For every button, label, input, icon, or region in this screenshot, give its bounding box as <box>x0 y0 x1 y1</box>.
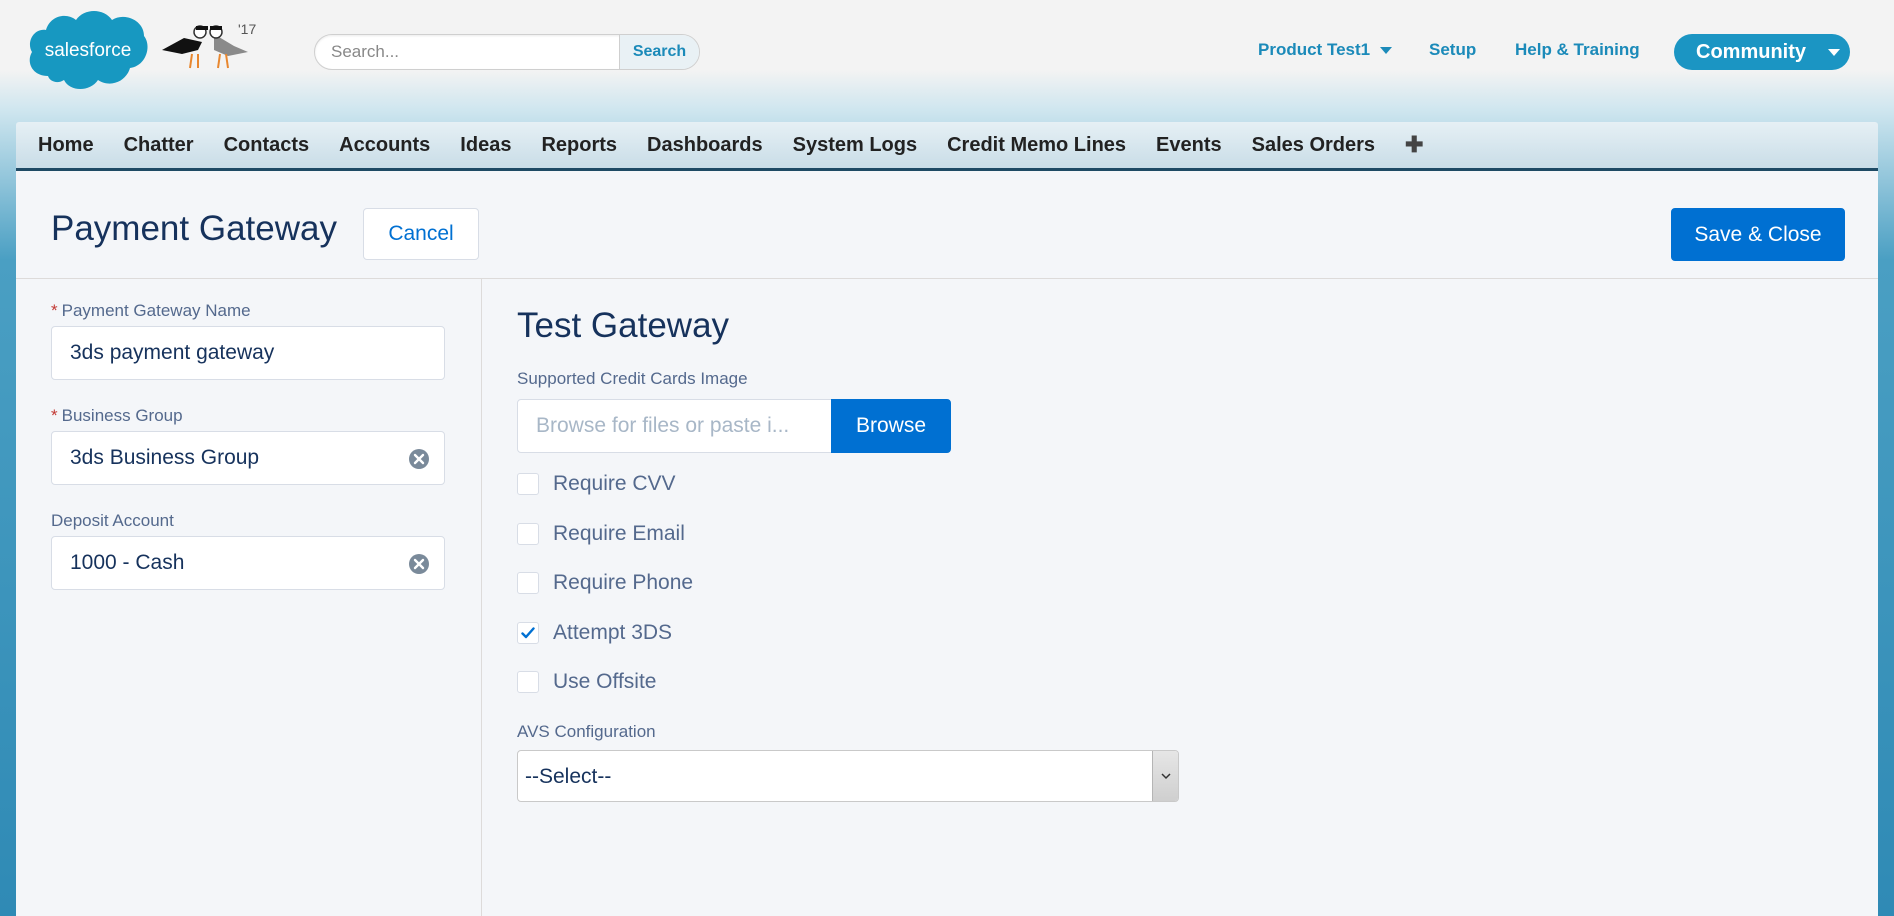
tab-credit-memo-lines[interactable]: Credit Memo Lines <box>932 134 1141 157</box>
checkbox-label: Require Phone <box>553 571 694 594</box>
checkbox-box[interactable] <box>517 473 539 495</box>
checkbox-box[interactable] <box>517 622 539 644</box>
salesforce-logo[interactable]: salesforce <box>26 6 150 92</box>
tab-reports[interactable]: Reports <box>526 134 632 157</box>
attempt-3ds-checkbox[interactable]: Attempt 3DS <box>517 620 672 646</box>
tab-chatter[interactable]: Chatter <box>109 134 209 157</box>
field-value: 3ds Business Group <box>70 446 260 469</box>
clear-icon[interactable] <box>408 553 430 575</box>
label-text: Payment Gateway Name <box>61 301 251 320</box>
tab-home[interactable]: Home <box>16 134 109 157</box>
browse-button[interactable]: Browse <box>831 399 951 453</box>
mascot-birds-icon: '17 <box>162 21 256 69</box>
clear-icon[interactable] <box>408 448 430 470</box>
deposit-account-label: Deposit Account <box>51 511 174 531</box>
search-button[interactable]: Search <box>619 35 699 69</box>
require-email-checkbox[interactable]: Require Email <box>517 521 685 547</box>
checkbox-box[interactable] <box>517 572 539 594</box>
field-value: 1000 - Cash <box>70 551 185 574</box>
community-label: Community <box>1696 40 1806 63</box>
payment-gateway-name-field[interactable]: 3ds payment gateway <box>51 326 445 380</box>
checkbox-label: Require Email <box>553 522 685 545</box>
app-menu[interactable]: Product Test1 <box>1258 40 1393 60</box>
label-text: Deposit Account <box>51 511 174 530</box>
tab-contacts[interactable]: Contacts <box>209 134 325 157</box>
label-text: Business Group <box>61 406 183 425</box>
credit-cards-image-input[interactable] <box>517 399 833 453</box>
tab-events[interactable]: Events <box>1141 134 1237 157</box>
select-value: --Select-- <box>525 765 612 788</box>
gateway-details-column: * Payment Gateway Name 3ds payment gatewa… <box>16 279 482 916</box>
mascot-badge: '17 <box>238 21 256 37</box>
tab-dashboards[interactable]: Dashboards <box>632 134 778 157</box>
global-search: Search <box>314 34 700 70</box>
gateway-section-title: Test Gateway <box>517 306 730 345</box>
tab-sales-orders[interactable]: Sales Orders <box>1237 134 1390 157</box>
required-indicator: * <box>51 406 58 425</box>
setup-link[interactable]: Setup <box>1429 40 1476 60</box>
page-header: Payment Gateway Cancel Save & Close <box>16 171 1878 279</box>
help-training-link[interactable]: Help & Training <box>1515 40 1640 60</box>
checkbox-box[interactable] <box>517 523 539 545</box>
tab-bar: Home Chatter Contacts Accounts Ideas Rep… <box>16 122 1878 171</box>
checkbox-label: Use Offsite <box>553 670 657 693</box>
community-button[interactable]: Community <box>1674 34 1850 70</box>
avs-configuration-select[interactable]: --Select-- <box>517 750 1179 802</box>
tab-accounts[interactable]: Accounts <box>324 134 445 157</box>
main-panel: Payment Gateway Cancel Save & Close * Pay… <box>16 171 1878 916</box>
gateway-settings-column: Test Gateway Supported Credit Cards Imag… <box>482 279 1878 916</box>
app-menu-label: Product Test1 <box>1258 40 1371 59</box>
tab-ideas[interactable]: Ideas <box>445 134 526 157</box>
save-close-button[interactable]: Save & Close <box>1671 208 1845 261</box>
page-title: Payment Gateway <box>51 209 337 248</box>
checkbox-box[interactable] <box>517 671 539 693</box>
cancel-button[interactable]: Cancel <box>363 208 479 260</box>
credit-cards-image-label: Supported Credit Cards Image <box>517 369 748 388</box>
required-indicator: * <box>51 301 58 320</box>
search-input[interactable] <box>315 35 615 69</box>
business-group-field[interactable]: 3ds Business Group <box>51 431 445 485</box>
checkmark-icon <box>521 627 535 639</box>
require-phone-checkbox[interactable]: Require Phone <box>517 570 693 596</box>
checkbox-label: Attempt 3DS <box>553 621 673 644</box>
checkbox-label: Require CVV <box>553 472 676 495</box>
field-value: 3ds payment gateway <box>70 341 275 364</box>
chevron-down-icon[interactable] <box>1152 751 1178 801</box>
chevron-down-icon <box>1828 49 1840 56</box>
plus-icon[interactable]: ✚ <box>1390 132 1438 158</box>
deposit-account-field[interactable]: 1000 - Cash <box>51 536 445 590</box>
require-cvv-checkbox[interactable]: Require CVV <box>517 471 676 497</box>
chevron-down-icon <box>1380 47 1393 55</box>
avs-configuration-label: AVS Configuration <box>517 722 656 741</box>
payment-gateway-name-label: * Payment Gateway Name <box>51 301 251 321</box>
tab-system-logs[interactable]: System Logs <box>778 134 932 157</box>
business-group-label: * Business Group <box>51 406 183 426</box>
use-offsite-checkbox[interactable]: Use Offsite <box>517 669 656 695</box>
global-header: salesforce '17 Search Product Test1 Setu… <box>0 0 1894 110</box>
logo-text: salesforce <box>45 40 132 61</box>
